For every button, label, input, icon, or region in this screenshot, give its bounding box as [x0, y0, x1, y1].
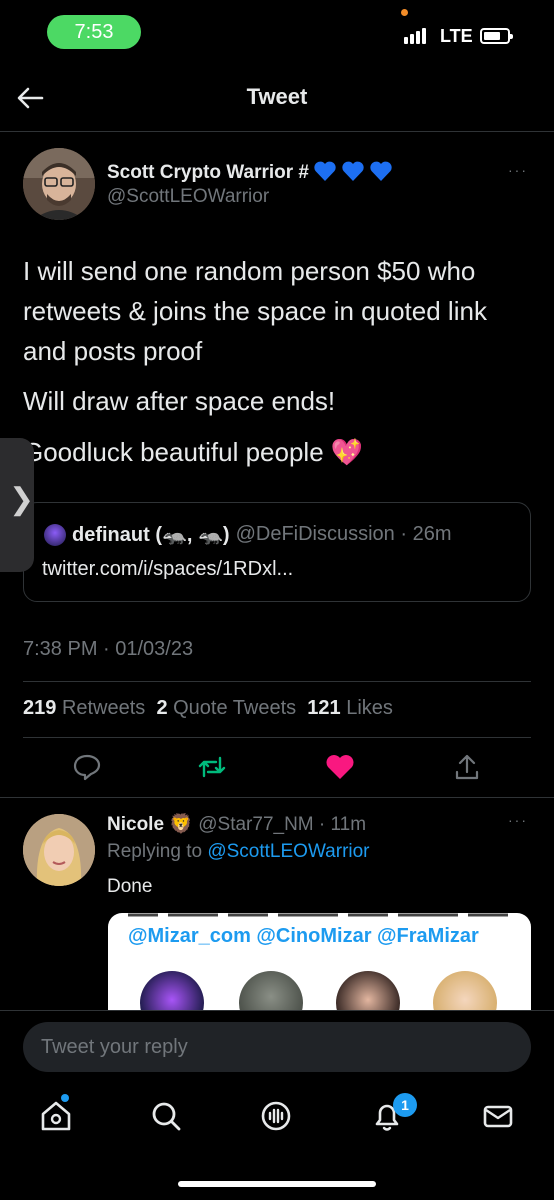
tweet-timestamp: 7:38 PM · 01/03/23: [23, 638, 194, 660]
quoted-tweet-header: definaut (🦡, 🦡) @DeFiDiscussion · 26m: [44, 522, 452, 547]
more-options-icon[interactable]: ···: [508, 162, 528, 178]
image-avatar-ruins: [239, 971, 303, 1013]
like-icon[interactable]: [324, 752, 356, 782]
blue-heart-icon: [370, 161, 392, 181]
share-icon[interactable]: [451, 752, 483, 782]
network-type: LTE: [440, 26, 473, 46]
likes-count[interactable]: 121: [307, 697, 340, 719]
signal-icon: [404, 26, 426, 44]
quote-author-name: definaut (🦡, 🦡): [72, 524, 230, 546]
notifications-badge: 1: [393, 1093, 417, 1117]
reply-attached-image[interactable]: @Mizar_com @CinoMizar @FraMizar: [108, 913, 531, 1013]
chevron-right-icon[interactable]: ❯: [9, 482, 34, 517]
retweet-icon[interactable]: [196, 752, 228, 782]
replying-to-handle[interactable]: @ScottLEOWarrior: [207, 841, 369, 862]
quote-handle-time: @DeFiDiscussion · 26m: [235, 523, 452, 545]
quote-link[interactable]: twitter.com/i/spaces/1RDxl...: [42, 558, 293, 581]
blue-heart-icon: [314, 161, 336, 181]
divider: [23, 681, 531, 682]
tweet-reply-input[interactable]: [23, 1022, 531, 1072]
blue-hearts: [313, 160, 393, 182]
reply-icon[interactable]: [71, 752, 103, 782]
tweet-stats: 219 Retweets 2 Quote Tweets 121 Likes: [23, 697, 393, 720]
author-avatar[interactable]: [23, 148, 95, 220]
status-time: 7:53: [47, 15, 141, 49]
tweet-text-paragraph: Will draw after space ends!: [23, 386, 336, 416]
home-indicator: [178, 1181, 376, 1187]
divider: [0, 797, 554, 798]
image-avatar-woman: [336, 971, 400, 1013]
reply-header: Nicole 🦁 @Star77_NM · 11m: [107, 812, 366, 836]
quoted-tweet-card[interactable]: [23, 502, 531, 602]
image-avatar-blonde: [433, 971, 497, 1013]
page-title: Tweet: [246, 84, 308, 109]
reply-more-options-icon[interactable]: ···: [508, 812, 528, 828]
blue-heart-icon: [342, 161, 364, 181]
reply-handle-time[interactable]: @Star77_NM · 11m: [198, 814, 366, 835]
privacy-indicator: [401, 9, 408, 16]
author-name[interactable]: Scott Crypto Warrior #: [107, 160, 393, 184]
reply-avatar[interactable]: [23, 814, 95, 886]
reply-author-name[interactable]: Nicole 🦁: [107, 814, 193, 835]
home-unread-dot: [61, 1094, 69, 1102]
messages-icon[interactable]: [480, 1098, 516, 1134]
image-mentions-text: @Mizar_com @CinoMizar @FraMizar: [128, 925, 479, 947]
author-handle[interactable]: @ScottLEOWarrior: [107, 186, 269, 208]
likes-label[interactable]: Likes: [346, 697, 393, 719]
battery-icon: [480, 28, 513, 44]
divider: [23, 737, 531, 738]
retweets-count[interactable]: 219: [23, 697, 56, 719]
tweet-text-paragraph: Goodluck beautiful people 💖: [23, 437, 364, 467]
quotes-count[interactable]: 2: [156, 697, 167, 719]
image-avatar-defi: [140, 971, 204, 1013]
replying-to: Replying to @ScottLEOWarrior: [107, 841, 370, 862]
quote-avatar: [44, 523, 66, 546]
search-icon[interactable]: [148, 1098, 184, 1134]
spaces-icon[interactable]: [258, 1098, 294, 1134]
retweets-label[interactable]: Retweets: [62, 697, 145, 719]
tweet-text-paragraph: I will send one random person $50 who re…: [23, 256, 487, 366]
home-icon[interactable]: [38, 1098, 74, 1134]
quotes-label[interactable]: Quote Tweets: [173, 697, 296, 719]
reply-text: Done: [107, 876, 153, 897]
